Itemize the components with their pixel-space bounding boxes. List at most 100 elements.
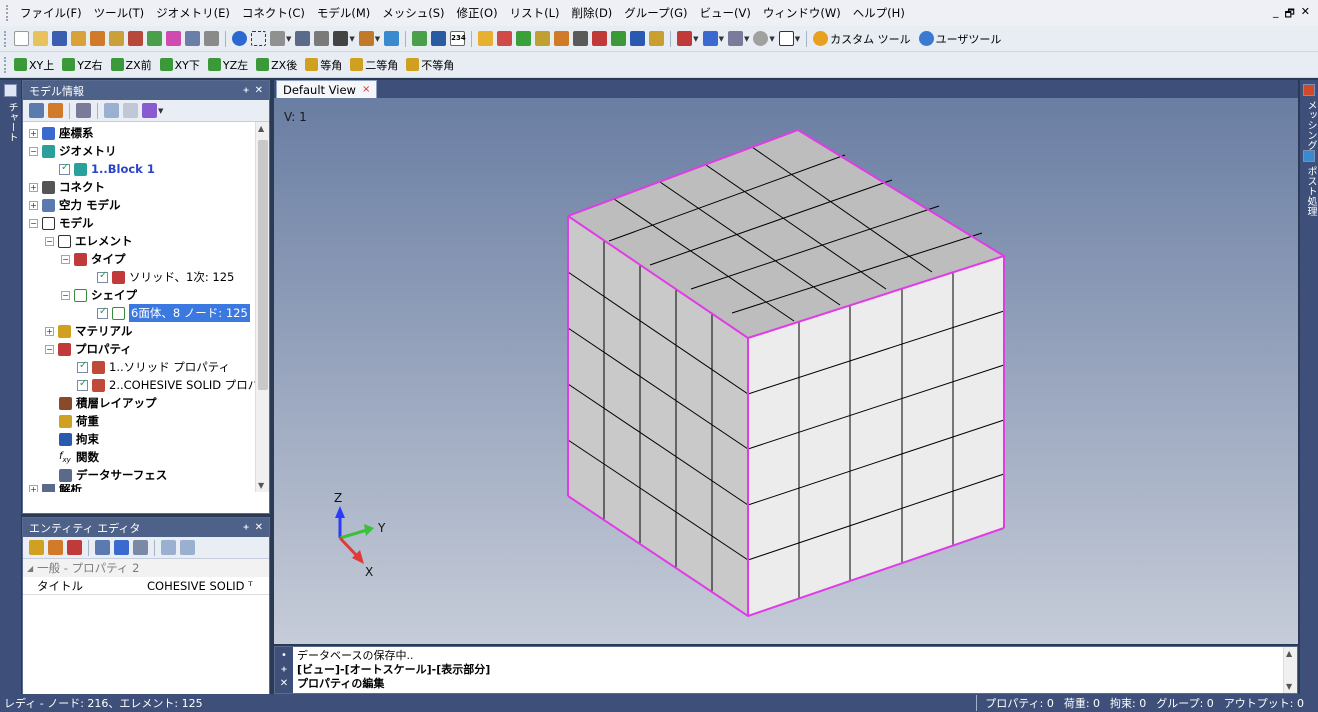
- restore-button[interactable]: 🗗: [1284, 5, 1294, 24]
- frame-icon[interactable]: [778, 31, 794, 46]
- post-processing-tab[interactable]: ポスト処理: [1303, 166, 1318, 216]
- menu-mesh[interactable]: メッシュ(S): [376, 5, 450, 21]
- open-folder-icon[interactable]: [33, 31, 48, 46]
- view-zx-back-button[interactable]: ZX後: [254, 57, 297, 73]
- property-row-title[interactable]: タイトル COHESIVE SOLID ᵀ: [23, 577, 269, 595]
- paint-icon[interactable]: [649, 31, 665, 46]
- pin-icon[interactable]: ᚐ: [244, 522, 249, 533]
- menu-file[interactable]: ファイル(F): [14, 5, 88, 21]
- tree-item-load[interactable]: 荷重: [59, 412, 99, 430]
- cursor-icon[interactable]: [702, 31, 718, 46]
- view-yz-right-button[interactable]: YZ右: [60, 57, 103, 73]
- pin-icon[interactable]: ᚐ: [275, 663, 293, 677]
- categorized-icon[interactable]: [95, 540, 110, 555]
- tree-scrollbar[interactable]: ▲ ▼: [255, 122, 269, 492]
- menu-modify[interactable]: 修正(O): [451, 5, 504, 21]
- pick-icon[interactable]: [677, 31, 693, 46]
- panel-close-icon[interactable]: ✕: [255, 85, 263, 96]
- view-xy-bottom-button[interactable]: XY下: [158, 57, 200, 73]
- tree-item-function[interactable]: fxy 関数: [59, 448, 99, 466]
- menu-view[interactable]: ビュー(V): [694, 5, 757, 21]
- property-value[interactable]: COHESIVE SOLID ᵀ: [147, 579, 253, 593]
- expand-plus-icon[interactable]: +: [45, 326, 54, 336]
- visibility-checkbox[interactable]: [77, 378, 88, 391]
- menu-window[interactable]: ウィンドウ(W): [757, 5, 847, 21]
- visibility-checkbox[interactable]: [97, 306, 108, 319]
- boundary-icon[interactable]: [516, 31, 532, 46]
- tree-item-property[interactable]: − プロパティ: [45, 340, 132, 358]
- number-234-icon[interactable]: 234: [450, 31, 466, 46]
- filter-icon[interactable]: [76, 103, 91, 118]
- transform-icon[interactable]: [592, 31, 608, 46]
- measure-icon[interactable]: [358, 31, 374, 46]
- tree-item-block[interactable]: 1..Block 1: [59, 160, 155, 178]
- expand-plus-icon[interactable]: +: [29, 182, 38, 192]
- window-icon[interactable]: [185, 31, 200, 46]
- expand-plus-icon[interactable]: +: [29, 128, 38, 138]
- collapse-minus-icon[interactable]: −: [61, 290, 70, 300]
- collapse-minus-icon[interactable]: −: [29, 146, 38, 156]
- view-xy-top-button[interactable]: XY上: [12, 57, 54, 73]
- scroll-up-icon[interactable]: ▲: [258, 124, 264, 133]
- filter-icon[interactable]: [314, 31, 330, 46]
- sort-az-icon[interactable]: [114, 540, 129, 555]
- menu-help[interactable]: ヘルプ(H): [847, 5, 911, 21]
- tree-item-element[interactable]: − エレメント: [45, 232, 133, 250]
- surface-tool-icon[interactable]: [109, 31, 124, 46]
- brush-icon[interactable]: [142, 103, 157, 118]
- tree-item-constraint[interactable]: 拘束: [59, 430, 99, 448]
- save-icon[interactable]: [52, 31, 67, 46]
- collapse-minus-icon[interactable]: −: [45, 236, 54, 246]
- view-trimetric-button[interactable]: 不等角: [404, 57, 454, 73]
- refresh-icon[interactable]: [67, 540, 82, 555]
- menu-model[interactable]: モデル(M): [311, 5, 376, 21]
- mesh-tool-icon[interactable]: [147, 31, 162, 46]
- visibility-checkbox[interactable]: [77, 360, 88, 373]
- globe-icon[interactable]: [232, 31, 247, 46]
- close-button[interactable]: ✕: [1301, 5, 1310, 24]
- mesh-control-icon[interactable]: [412, 31, 428, 46]
- align-icon[interactable]: [295, 31, 311, 46]
- tree-item-prop2[interactable]: 2..COHESIVE SOLID プロパ: [77, 376, 259, 394]
- menu-connect[interactable]: コネクト(C): [236, 5, 311, 21]
- fill-icon[interactable]: [554, 31, 570, 46]
- scroll-thumb[interactable]: [258, 140, 268, 390]
- point-icon[interactable]: [478, 31, 494, 46]
- menu-group[interactable]: グループ(G): [618, 5, 693, 21]
- custom-tools-icon[interactable]: [813, 31, 829, 46]
- tree-item-hexa[interactable]: 6面体、8 ノード: 125: [97, 304, 250, 322]
- menu-geometry[interactable]: ジオメトリ(E): [150, 5, 236, 21]
- collapse-minus-icon[interactable]: −: [61, 254, 70, 264]
- view-isometric-button[interactable]: 等角: [303, 57, 342, 73]
- expand-icon[interactable]: [48, 103, 63, 118]
- import-icon[interactable]: [180, 540, 195, 555]
- tree-item-type[interactable]: − タイプ: [61, 250, 126, 268]
- visibility-checkbox[interactable]: [59, 162, 70, 175]
- chart-tab-icon[interactable]: [4, 84, 17, 97]
- category-row[interactable]: ◢ 一般 - プロパティ 2: [23, 559, 269, 577]
- view-dimetric-button[interactable]: 二等角: [348, 57, 398, 73]
- output-close-icon[interactable]: ✕: [275, 677, 293, 691]
- tree-item-coord[interactable]: + 座標系: [29, 124, 94, 142]
- meshing-tab-icon[interactable]: [1303, 84, 1315, 96]
- scroll-down-icon[interactable]: ▼: [1286, 682, 1292, 691]
- settings-icon[interactable]: [71, 31, 86, 46]
- tree-item-solid-type[interactable]: ソリッド、1次: 125: [97, 268, 234, 286]
- tree-item-data-surface[interactable]: データサーフェス: [59, 466, 167, 484]
- scroll-up-icon[interactable]: ▲: [1286, 649, 1292, 658]
- collapse-triangle-icon[interactable]: ◢: [27, 564, 33, 573]
- visibility-checkbox[interactable]: [97, 270, 108, 283]
- export-icon[interactable]: [161, 540, 176, 555]
- tree-view-icon[interactable]: [29, 103, 44, 118]
- chart-tab[interactable]: チャート: [4, 102, 19, 142]
- tree-item-model[interactable]: − モデル: [29, 214, 94, 232]
- expand-plus-icon[interactable]: +: [29, 200, 38, 210]
- grid-icon[interactable]: [611, 31, 627, 46]
- tree-item-layup[interactable]: 積層レイアップ: [59, 394, 157, 412]
- element-tool-icon[interactable]: [166, 31, 181, 46]
- menu-list[interactable]: リスト(L): [504, 5, 566, 21]
- custom-tools-button[interactable]: カスタム ツール: [830, 31, 911, 47]
- tree-item-connect[interactable]: + コネクト: [29, 178, 105, 196]
- curve-icon[interactable]: [497, 31, 513, 46]
- tree-item-analysis[interactable]: + 解析: [29, 484, 82, 492]
